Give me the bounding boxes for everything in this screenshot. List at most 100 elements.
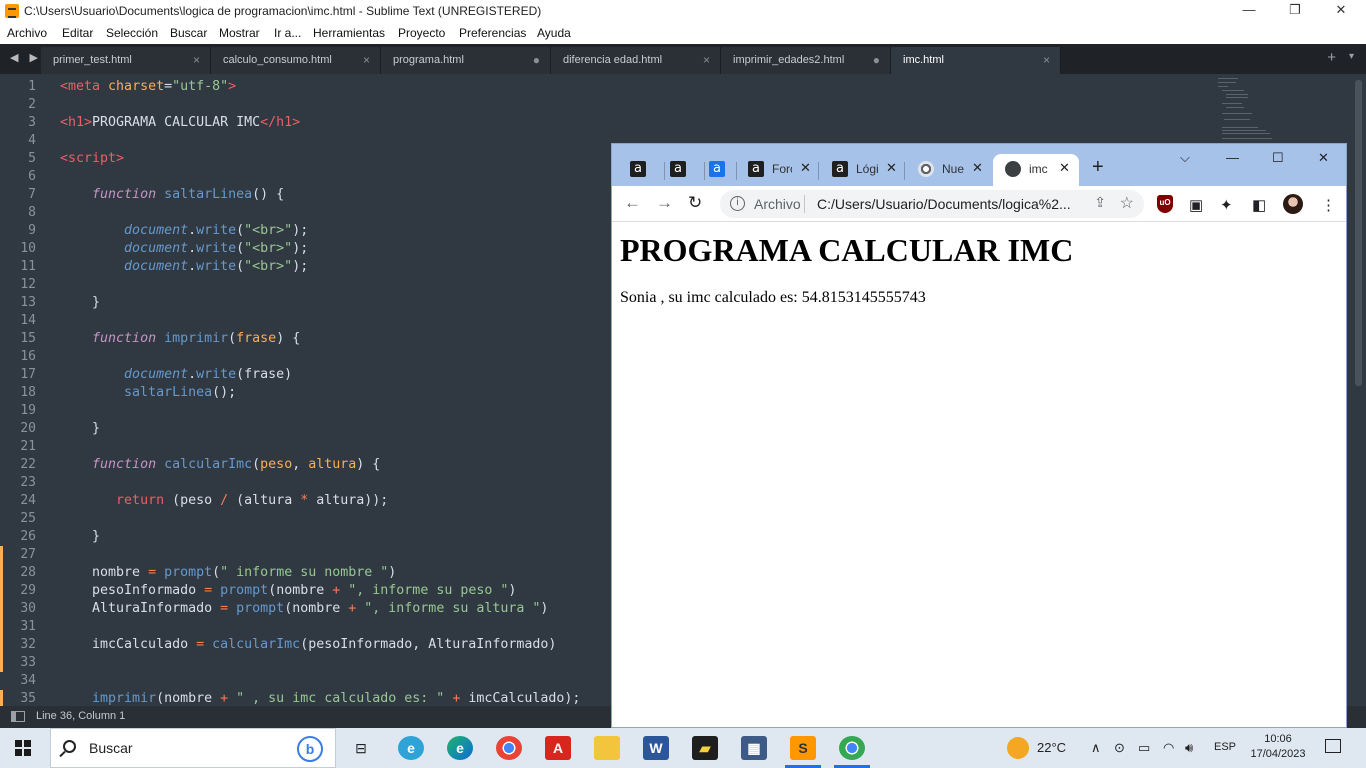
menu-buscar[interactable]: Buscar: [170, 26, 207, 40]
minimize-button[interactable]: —: [1226, 0, 1272, 22]
task-view-icon[interactable]: ⊟: [348, 736, 374, 760]
menu-preferencias[interactable]: Preferencias: [459, 26, 526, 40]
menu-seleccion[interactable]: Selección: [106, 26, 158, 40]
more-menu-icon[interactable]: ⋮: [1321, 196, 1336, 214]
page-viewport: PROGRAMA CALCULAR IMC Sonia , su imc cal…: [612, 222, 1346, 727]
line-number: 28: [20, 565, 36, 580]
sidebar-toggle-icon[interactable]: [11, 711, 25, 722]
line-number: 23: [20, 475, 36, 490]
code-line-18: saltarLinea();: [124, 385, 237, 400]
internet-explorer-icon[interactable]: e: [398, 736, 424, 760]
picture-in-picture-icon[interactable]: ▣: [1189, 196, 1203, 214]
line-number: 32: [20, 637, 36, 652]
tab-label: imprimir_edades2.html: [733, 54, 845, 66]
tab-search-icon[interactable]: ⌵: [1180, 150, 1190, 166]
word-icon[interactable]: W: [643, 736, 669, 760]
browser-tab-nueva[interactable]: Nue ✕: [912, 154, 990, 186]
tab-programa[interactable]: programa.html ●: [381, 47, 551, 74]
title-bar: C:\Users\Usuario\Documents\logica de pro…: [0, 0, 1366, 22]
back-button[interactable]: ←: [624, 194, 641, 212]
windows-start-icon[interactable]: [15, 740, 31, 756]
line-number: 33: [20, 655, 36, 670]
forward-button[interactable]: →: [656, 194, 673, 212]
code-line-29: pesoInformado = prompt(nombre + ", infor…: [60, 583, 517, 598]
browser-close-button[interactable]: ✕: [1318, 150, 1329, 166]
line-number: 21: [20, 439, 36, 454]
line-number: 18: [20, 385, 36, 400]
address-bar[interactable]: i Archivo C:/Users/Usuario/Documents/log…: [720, 190, 1144, 218]
new-tab-icon[interactable]: +: [1327, 49, 1336, 66]
minimap[interactable]: [1218, 76, 1288, 146]
tab-imc[interactable]: imc.html ×: [891, 47, 1061, 74]
share-icon[interactable]: ⇪: [1094, 194, 1106, 211]
ublock-icon[interactable]: uO: [1157, 195, 1173, 213]
imc-result-text: Sonia , su imc calculado es: 54.81531455…: [620, 289, 926, 306]
browser-tab-foro[interactable]: a Foro ✕: [742, 154, 818, 186]
browser-tab-2[interactable]: a: [664, 154, 704, 186]
restore-button[interactable]: ❐: [1272, 0, 1318, 22]
menu-proyecto[interactable]: Proyecto: [398, 26, 445, 40]
tab-calculo-consumo[interactable]: calculo_consumo.html ×: [211, 47, 381, 74]
side-panel-icon[interactable]: ◧: [1252, 196, 1266, 214]
tab-close-icon[interactable]: ✕: [886, 160, 897, 176]
taskbar-search-box[interactable]: Buscar b: [50, 728, 336, 768]
tab-close-icon[interactable]: ×: [193, 53, 200, 67]
info-icon[interactable]: i: [730, 196, 745, 211]
edge-icon[interactable]: e: [447, 736, 473, 760]
tab-overflow-icon[interactable]: ▾: [1349, 51, 1354, 62]
browser-tab-1[interactable]: a: [624, 154, 664, 186]
wifi-icon[interactable]: ◠: [1163, 740, 1174, 756]
volume-icon[interactable]: 🔊︎: [1185, 740, 1193, 756]
address-url[interactable]: C:/Users/Usuario/Documents/logica%2...: [817, 196, 1071, 212]
extensions-puzzle-icon[interactable]: ✦: [1220, 196, 1233, 214]
show-hidden-icons-icon[interactable]: ∧: [1091, 740, 1101, 756]
weather-temperature[interactable]: 22°C: [1037, 740, 1066, 755]
menu-ir-a[interactable]: Ir a...: [274, 26, 301, 40]
tab-nav-arrows[interactable]: ◀ ▶: [10, 51, 42, 64]
sublime-text-app-icon[interactable]: S: [790, 736, 816, 760]
menu-ayuda[interactable]: Ayuda: [537, 26, 571, 40]
browser-tab-imc[interactable]: imc ✕: [993, 154, 1079, 186]
tab-close-icon[interactable]: ✕: [972, 160, 983, 176]
tab-close-icon[interactable]: ×: [703, 53, 710, 67]
reload-button[interactable]: ↻: [688, 194, 702, 212]
system-clock[interactable]: 10:06 17/04/2023: [1248, 732, 1308, 762]
chrome-app-icon-active[interactable]: [839, 736, 865, 760]
tab-close-icon[interactable]: ×: [1043, 53, 1050, 67]
file-explorer-icon[interactable]: [594, 736, 620, 760]
power-icon[interactable]: ▭: [1138, 740, 1150, 756]
tab-modified-icon[interactable]: ●: [533, 53, 540, 67]
browser-maximize-button[interactable]: ☐: [1272, 150, 1284, 166]
network-icon[interactable]: ⊙: [1114, 740, 1125, 756]
notifications-icon[interactable]: [1325, 739, 1341, 753]
browser-tab-3[interactable]: a: [704, 154, 736, 186]
tab-label: imc.html: [903, 54, 944, 66]
tab-modified-icon[interactable]: ●: [873, 53, 880, 67]
tab-diferencia-edad[interactable]: diferencia edad.html ×: [551, 47, 721, 74]
menu-herramientas[interactable]: Herramientas: [313, 26, 385, 40]
page-heading: PROGRAMA CALCULAR IMC: [620, 232, 1074, 268]
browser-minimize-button[interactable]: —: [1226, 150, 1239, 165]
vertical-scrollbar[interactable]: [1355, 80, 1362, 386]
close-button[interactable]: ✕: [1318, 0, 1364, 22]
tab-imprimir-edades2[interactable]: imprimir_edades2.html ●: [721, 47, 891, 74]
site-a-icon: a: [630, 161, 646, 177]
language-indicator[interactable]: ESP: [1214, 741, 1236, 753]
profile-avatar[interactable]: [1283, 194, 1303, 214]
chrome-app-icon[interactable]: [496, 736, 522, 760]
menu-editar[interactable]: Editar: [62, 26, 93, 40]
weather-icon[interactable]: [1007, 737, 1029, 759]
tab-close-icon[interactable]: ✕: [800, 160, 811, 176]
calculator-icon[interactable]: ▦: [741, 736, 767, 760]
bookmark-star-icon[interactable]: ☆: [1120, 193, 1134, 213]
new-tab-button[interactable]: +: [1092, 156, 1104, 179]
tab-close-icon[interactable]: ×: [363, 53, 370, 67]
browser-tab-logica[interactable]: a Lógi ✕: [826, 154, 904, 186]
menu-mostrar[interactable]: Mostrar: [219, 26, 260, 40]
sticky-notes-icon[interactable]: ▰: [692, 736, 718, 760]
tab-close-icon[interactable]: ✕: [1059, 160, 1070, 176]
acrobat-icon[interactable]: A: [545, 736, 571, 760]
tab-primer-test[interactable]: primer_test.html ×: [41, 47, 211, 74]
menu-archivo[interactable]: Archivo: [7, 26, 47, 40]
bing-icon[interactable]: b: [297, 736, 323, 762]
